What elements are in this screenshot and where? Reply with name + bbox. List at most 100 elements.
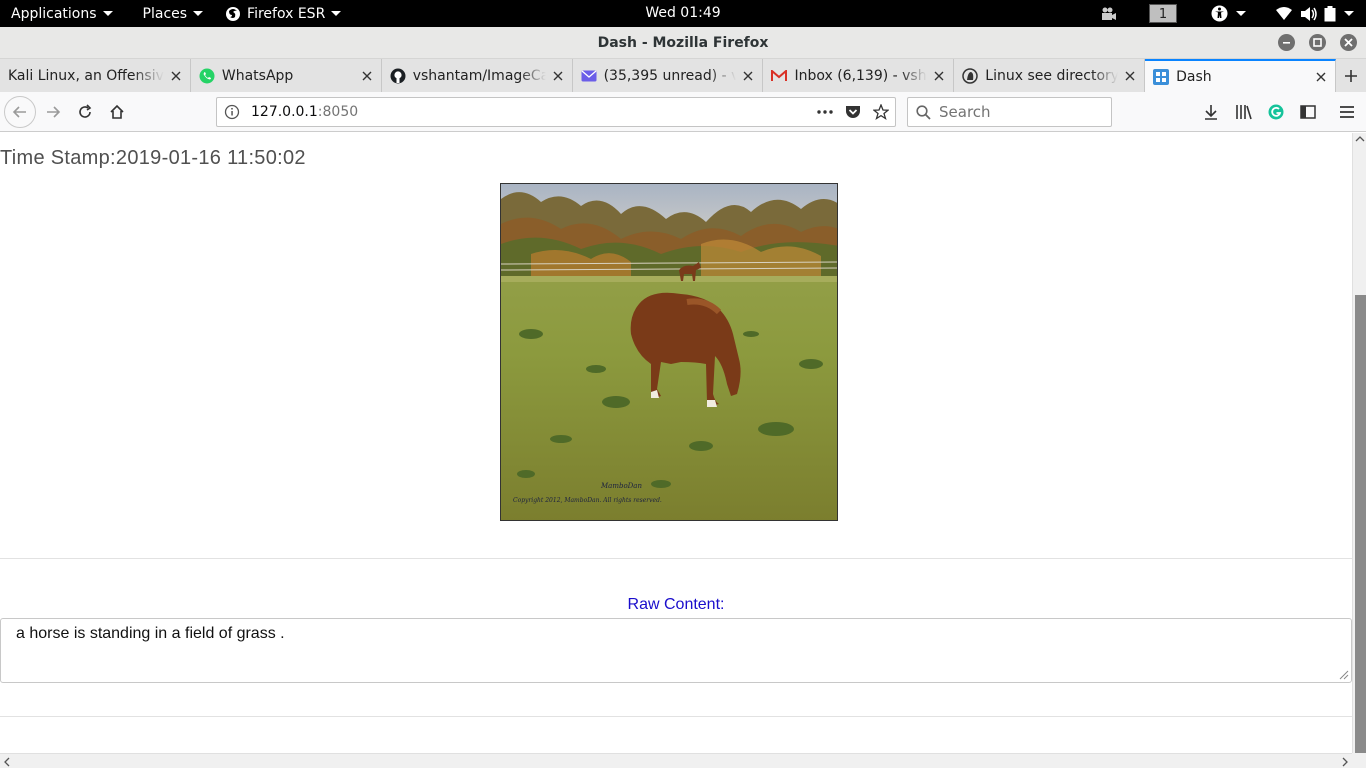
- tab-label: Dash: [1176, 68, 1212, 85]
- hamburger-menu-icon: [1340, 106, 1354, 118]
- grammarly-button[interactable]: [1261, 97, 1291, 127]
- tab-linux-directory[interactable]: Linux see directory tree: [954, 59, 1146, 92]
- linux-icon: [962, 67, 979, 84]
- close-window-button[interactable]: [1340, 34, 1357, 51]
- grammarly-icon: [1268, 104, 1284, 120]
- firefox-app-menu[interactable]: Firefox ESR: [214, 0, 352, 27]
- tab-gmail[interactable]: Inbox (6,139) - vshantam: [763, 59, 955, 92]
- firefox-icon: [225, 6, 241, 22]
- whatsapp-icon: [199, 68, 215, 84]
- downloads-button[interactable]: [1196, 97, 1226, 127]
- workspace-number: 1: [1149, 4, 1177, 23]
- minimize-button[interactable]: [1278, 34, 1295, 51]
- home-button[interactable]: [102, 97, 132, 127]
- reload-icon: [79, 104, 92, 118]
- back-arrow-icon: [12, 106, 26, 118]
- watermark-name: MamboDan: [600, 482, 642, 490]
- divider: [0, 716, 1352, 717]
- close-tab-icon[interactable]: [164, 71, 188, 81]
- horse-image: MamboDan Copyright 2012, MamboDan. All r…: [501, 184, 837, 520]
- workspace-indicator[interactable]: 1: [1149, 0, 1177, 27]
- maximize-button[interactable]: [1309, 34, 1326, 51]
- url-bar[interactable]: 127.0.0.1:8050: [216, 97, 896, 127]
- close-icon: [1344, 38, 1353, 47]
- close-tab-icon[interactable]: [546, 71, 570, 81]
- raw-content-label: Raw Content:: [627, 596, 725, 613]
- close-tab-icon[interactable]: [927, 71, 951, 81]
- scroll-right-icon[interactable]: [1342, 757, 1348, 767]
- close-tab-icon[interactable]: [355, 71, 379, 81]
- places-label: Places: [142, 5, 188, 22]
- wifi-icon[interactable]: [1276, 0, 1292, 27]
- tab-dash[interactable]: Dash: [1145, 59, 1337, 92]
- places-menu[interactable]: Places: [132, 0, 215, 27]
- watermark-copyright: Copyright 2012, MamboDan. All rights res…: [513, 497, 662, 504]
- scrollbar-corner: [1352, 753, 1366, 768]
- tab-yahoo-mail[interactable]: (35,395 unread) - vshantam: [573, 59, 764, 92]
- window-title-bar[interactable]: Dash - Mozilla Firefox: [0, 27, 1366, 59]
- volume-icon[interactable]: [1300, 0, 1318, 27]
- vertical-scroll-thumb[interactable]: [1355, 295, 1366, 753]
- vertical-scrollbar[interactable]: [1352, 133, 1366, 753]
- timestamp: Time Stamp:2019-01-16 11:50:02: [0, 147, 306, 169]
- raw-content-textarea[interactable]: a horse is standing in a field of grass …: [0, 618, 1352, 683]
- gnome-top-bar: Applications Places Firefox ESR Wed 01:4…: [0, 0, 1366, 27]
- minimize-icon: [1283, 42, 1290, 44]
- tab-whatsapp[interactable]: WhatsApp: [191, 59, 382, 92]
- tab-label: (35,395 unread) - vshantam: [603, 67, 737, 84]
- chevron-down-icon[interactable]: [1344, 0, 1354, 27]
- scroll-up-icon[interactable]: [1355, 136, 1365, 142]
- page-content: Time Stamp:2019-01-16 11:50:02 MamboDan …: [0, 133, 1352, 753]
- bookmark-star-icon[interactable]: [867, 98, 895, 126]
- accessibility-icon[interactable]: [1211, 0, 1228, 27]
- chevron-down-icon: [193, 11, 204, 16]
- chevron-down-icon[interactable]: [1236, 0, 1246, 27]
- horizontal-scrollbar[interactable]: [0, 753, 1352, 768]
- tab-label: Linux see directory tree: [985, 67, 1119, 84]
- new-tab-button[interactable]: [1336, 59, 1366, 92]
- forward-button[interactable]: [38, 97, 68, 127]
- url-host: 127.0.0.1: [251, 104, 318, 120]
- yahoo-mail-icon: [581, 68, 597, 84]
- search-icon: [916, 104, 931, 120]
- search-placeholder: Search: [939, 103, 991, 121]
- info-icon[interactable]: [217, 104, 247, 120]
- download-icon: [1205, 105, 1217, 120]
- reload-button[interactable]: [70, 97, 100, 127]
- sidebar-button[interactable]: [1293, 97, 1323, 127]
- maximize-icon: [1313, 38, 1322, 47]
- tab-label: Kali Linux, an Offensive Security: [8, 67, 164, 84]
- dash-icon: [1153, 68, 1170, 85]
- tab-github[interactable]: vshantam/ImageCaption: [382, 59, 573, 92]
- divider: [0, 558, 1352, 559]
- battery-icon[interactable]: [1324, 0, 1336, 27]
- tab-kali-linux[interactable]: Kali Linux, an Offensive Security: [0, 59, 191, 92]
- chevron-down-icon: [102, 11, 113, 16]
- sidebar-icon: [1300, 105, 1316, 119]
- applications-label: Applications: [11, 5, 97, 22]
- close-tab-icon[interactable]: [1309, 72, 1333, 82]
- tab-label: vshantam/ImageCaption: [412, 67, 546, 84]
- library-icon: [1236, 105, 1252, 120]
- url-port: :8050: [317, 104, 359, 120]
- url-text[interactable]: 127.0.0.1:8050: [247, 104, 811, 120]
- back-button[interactable]: [4, 96, 36, 128]
- search-field[interactable]: Search: [907, 97, 1112, 127]
- menu-button[interactable]: [1332, 97, 1362, 127]
- navigation-toolbar: 127.0.0.1:8050 Search: [0, 92, 1366, 132]
- close-tab-icon[interactable]: [1118, 71, 1142, 81]
- gmail-icon: [771, 68, 788, 84]
- horse-photo: MamboDan Copyright 2012, MamboDan. All r…: [500, 183, 838, 521]
- close-tab-icon[interactable]: [736, 71, 760, 81]
- forward-arrow-icon: [47, 106, 61, 118]
- page-actions-icon[interactable]: [811, 98, 839, 126]
- chevron-down-icon: [331, 11, 342, 16]
- scroll-left-icon[interactable]: [4, 757, 10, 767]
- resize-handle-icon[interactable]: [1337, 668, 1349, 680]
- library-button[interactable]: [1229, 97, 1259, 127]
- video-camera-icon[interactable]: [1101, 0, 1117, 27]
- github-icon: [390, 68, 406, 84]
- pocket-icon[interactable]: [839, 98, 867, 126]
- applications-menu[interactable]: Applications: [0, 0, 124, 27]
- tab-label: Inbox (6,139) - vshantam: [794, 67, 927, 84]
